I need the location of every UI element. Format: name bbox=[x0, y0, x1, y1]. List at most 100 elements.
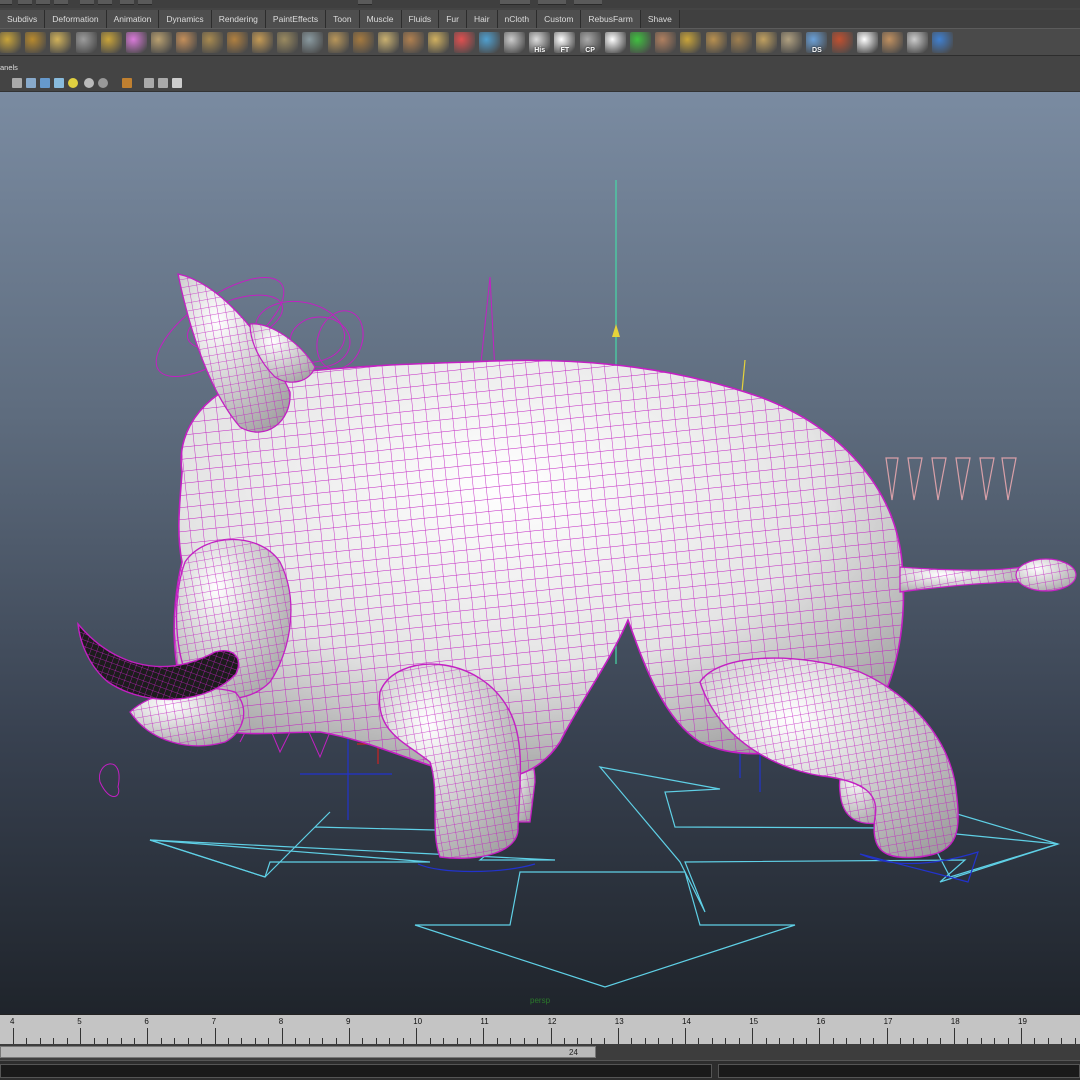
panel-tool-icon[interactable] bbox=[122, 78, 132, 88]
shelf-tool-icon[interactable] bbox=[478, 32, 500, 53]
shelf-tab-bar: Subdivs Deformation Animation Dynamics Rende… bbox=[0, 10, 1080, 28]
shelf-icon-label: DS bbox=[812, 47, 822, 54]
shelf-tool-icon[interactable] bbox=[856, 32, 878, 53]
panel-tool-icon[interactable] bbox=[54, 78, 64, 88]
shelf-tool-icon[interactable] bbox=[604, 32, 626, 53]
shelf-tab-rebusfarm[interactable]: RebusFarm bbox=[581, 10, 641, 28]
shelf-tab-subdivs[interactable]: Subdivs bbox=[0, 10, 46, 28]
shelf-tool-icon[interactable] bbox=[327, 32, 349, 53]
shelf-tool-icon[interactable] bbox=[907, 32, 929, 53]
shelf-tab-fluids[interactable]: Fluids bbox=[401, 10, 440, 28]
panel-tool-icon[interactable] bbox=[12, 78, 22, 88]
shelf-tab-deformation[interactable]: Deformation bbox=[45, 10, 107, 28]
shelf-tab-fur[interactable]: Fur bbox=[439, 10, 467, 28]
shelf-tool-icon[interactable] bbox=[756, 32, 777, 53]
shelf-tool-icon[interactable] bbox=[428, 32, 450, 53]
frame-tick-label: 18 bbox=[950, 1017, 960, 1026]
shelf-tool-icon[interactable] bbox=[151, 32, 173, 53]
frame-tick bbox=[80, 1028, 82, 1044]
panel-tool-icon[interactable] bbox=[172, 78, 182, 88]
shelf-tab-muscle[interactable]: Muscle bbox=[359, 10, 402, 28]
panel-tool-icon[interactable] bbox=[68, 78, 78, 88]
shelf-tool-icon[interactable] bbox=[630, 32, 651, 53]
range-slider[interactable]: 24 bbox=[0, 1046, 596, 1058]
shelf-tool-icon[interactable] bbox=[705, 32, 727, 53]
command-input[interactable] bbox=[0, 1064, 712, 1078]
frame-tick bbox=[819, 1028, 821, 1044]
frame-tick bbox=[13, 1028, 14, 1044]
shelf-tool-icon[interactable] bbox=[277, 32, 299, 53]
shelf-tool-icon[interactable] bbox=[453, 32, 475, 53]
shelf-tab-toon[interactable]: Toon bbox=[326, 10, 360, 28]
panels-menu[interactable]: anels bbox=[0, 63, 18, 72]
shelf-tool-icon[interactable] bbox=[781, 32, 803, 53]
shelf-tool-icon[interactable] bbox=[378, 32, 399, 53]
shelf-tab-rendering[interactable]: Rendering bbox=[211, 10, 266, 28]
shelf-tool-icon[interactable] bbox=[655, 32, 677, 53]
frame-tick-label: 16 bbox=[816, 1017, 826, 1026]
shelf-tool-icon[interactable] bbox=[176, 32, 198, 53]
front-foot-ring bbox=[417, 863, 536, 873]
shelf-tool-icon[interactable] bbox=[50, 32, 72, 53]
shelf-tool-icon[interactable] bbox=[932, 32, 954, 53]
frame-tick-label: 5 bbox=[77, 1017, 82, 1026]
panel-tool-icon[interactable] bbox=[158, 78, 168, 88]
shelf-tab-ncloth[interactable]: nCloth bbox=[497, 10, 538, 28]
shelf-tab-custom[interactable]: Custom bbox=[537, 10, 582, 28]
shelf-tool-icon[interactable] bbox=[730, 32, 752, 53]
frame-tick-label: 7 bbox=[211, 1017, 217, 1026]
shelf-tool-icon[interactable] bbox=[226, 32, 248, 53]
panel-tool-icon[interactable] bbox=[98, 78, 108, 88]
spine-controls bbox=[885, 457, 1017, 501]
frame-tick bbox=[685, 1028, 686, 1044]
shelf-tool-icon[interactable] bbox=[100, 32, 122, 53]
shelf-tool-icon[interactable] bbox=[252, 32, 273, 53]
shelf-tool-icon[interactable] bbox=[882, 32, 903, 53]
scene-render bbox=[77, 180, 1077, 988]
shelf-tab-dynamics[interactable]: Dynamics bbox=[159, 10, 212, 28]
panel-tool-icon[interactable] bbox=[40, 78, 50, 88]
frame-tick-label: 14 bbox=[682, 1017, 691, 1026]
camera-label: persp bbox=[530, 996, 551, 1005]
frame-tick-label: 15 bbox=[749, 1017, 759, 1026]
range-end-value: 24 bbox=[569, 1048, 578, 1057]
shelf-cp-icon[interactable]: CP bbox=[579, 32, 601, 54]
shelf-tool-icon[interactable] bbox=[403, 32, 425, 53]
frame-tick bbox=[214, 1028, 216, 1044]
shelf-tab-painteffects[interactable]: PaintEffects bbox=[265, 10, 327, 28]
shelf-tab-hair[interactable]: Hair bbox=[466, 10, 498, 28]
shelf-tool-icon[interactable] bbox=[25, 32, 47, 53]
shelf-his-icon[interactable]: His bbox=[529, 32, 551, 54]
shelf-ds-icon[interactable]: DS bbox=[806, 32, 828, 54]
command-result bbox=[718, 1064, 1080, 1078]
shelf-tool-icon[interactable] bbox=[75, 32, 97, 53]
shelf-tool-icon[interactable] bbox=[504, 32, 525, 53]
frame-tick bbox=[416, 1028, 418, 1044]
frame-tick bbox=[550, 1028, 552, 1044]
shelf-tool-icon[interactable] bbox=[680, 32, 702, 53]
panel-tool-icon[interactable] bbox=[84, 78, 94, 88]
shelf-ft-icon[interactable]: FT bbox=[554, 32, 576, 54]
frame-tick bbox=[349, 1028, 350, 1044]
shelf-tool-icon[interactable] bbox=[126, 32, 147, 53]
frame-tick-label: 8 bbox=[278, 1017, 284, 1026]
panel-tool-icon[interactable] bbox=[144, 78, 154, 88]
command-line bbox=[0, 1060, 1080, 1080]
perspective-viewport[interactable]: persp bbox=[0, 92, 1080, 1014]
shelf-tab-shave[interactable]: Shave bbox=[640, 10, 680, 28]
frame-tick-label: 17 bbox=[883, 1017, 893, 1026]
shelf-tool-icon[interactable] bbox=[831, 32, 853, 53]
shelf-tool-icon[interactable] bbox=[0, 32, 21, 53]
panel-tool-icon[interactable] bbox=[26, 78, 36, 88]
time-slider[interactable]: 4 5 6 7 8 9 10 11 12 13 14 15 16 17 18 19 bbox=[0, 1014, 1080, 1044]
range-slider-bar: 24 bbox=[0, 1044, 1080, 1060]
frame-tick-label: 10 bbox=[413, 1017, 423, 1026]
shelf-tool-icon[interactable] bbox=[201, 32, 223, 53]
maya-window: Subdivs Deformation Animation Dynamics Rende… bbox=[0, 0, 1080, 1080]
shelf-tool-icon[interactable] bbox=[302, 32, 324, 53]
rear-leg bbox=[699, 657, 979, 883]
frame-tick bbox=[1021, 1028, 1022, 1044]
shelf-tool-icon[interactable] bbox=[352, 32, 374, 53]
frame-tick bbox=[617, 1028, 619, 1044]
shelf-tab-animation[interactable]: Animation bbox=[106, 10, 160, 28]
